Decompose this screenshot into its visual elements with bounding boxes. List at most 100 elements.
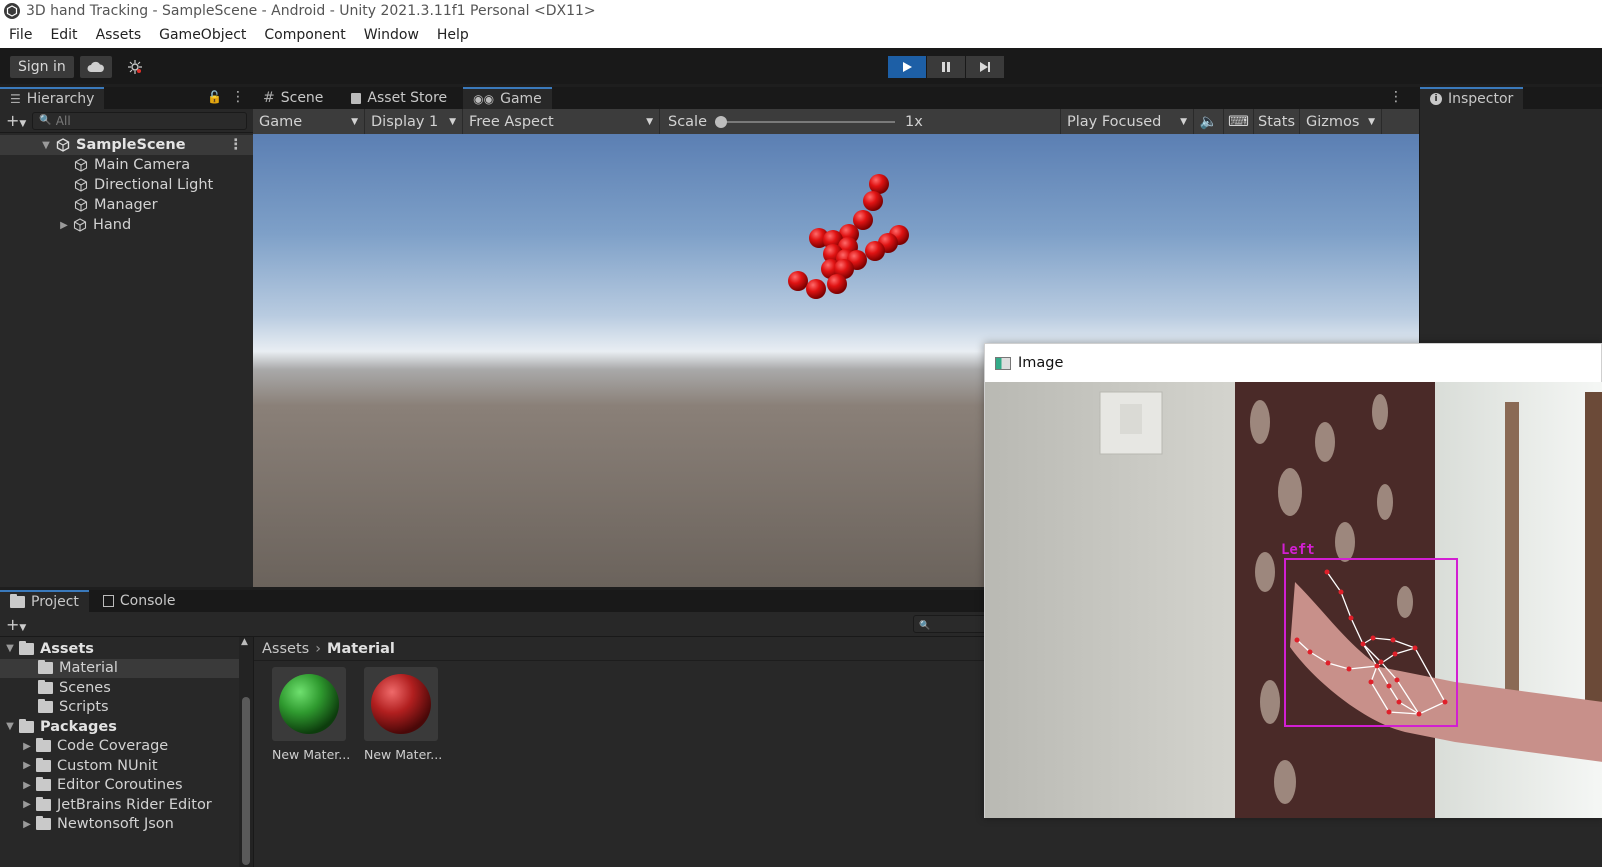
expand-arrow-icon[interactable]: ▶ [21, 760, 33, 771]
scroll-up-icon[interactable]: ▲ [241, 637, 248, 647]
scrollbar-thumb[interactable] [242, 697, 250, 865]
expand-arrow-icon[interactable]: ▼ [4, 643, 16, 654]
speaker-icon: 🔈 [1199, 114, 1218, 130]
tree-item-material[interactable]: Material [0, 658, 239, 678]
tree-label: Material [59, 660, 118, 677]
play-focused-dropdown[interactable]: Play Focused ▼ [1060, 109, 1194, 134]
tab-project[interactable]: Project [0, 590, 89, 612]
tab-console[interactable]: Console [93, 590, 186, 612]
gameobject-icon [73, 157, 89, 173]
tab-project-label: Project [31, 594, 79, 610]
hierarchy-search-input[interactable]: 🔍 All [32, 111, 247, 130]
menu-help[interactable]: Help [428, 27, 478, 43]
panel-menu-icon[interactable]: ⋮ [231, 89, 245, 105]
tab-hierarchy[interactable]: ☰ Hierarchy [0, 87, 105, 109]
tree-item-custom-nunit[interactable]: ▶ Custom NUnit [0, 756, 239, 776]
expand-arrow-icon[interactable]: ▼ [4, 721, 16, 732]
tree-item-jetbrains-rider-editor[interactable]: ▶ JetBrains Rider Editor [0, 795, 239, 815]
scale-value: 1x [905, 113, 923, 130]
chevron-down-icon: ▼ [646, 116, 653, 127]
pause-button[interactable] [927, 56, 965, 78]
folder-icon [36, 738, 51, 753]
tree-label: Scripts [59, 699, 109, 716]
folder-open-icon [19, 640, 34, 655]
list-icon: ☰ [10, 92, 21, 106]
menu-assets[interactable]: Assets [87, 27, 151, 43]
step-button[interactable] [966, 56, 1004, 78]
tree-item-newtonsoft-json[interactable]: ▶ Newtonsoft Json [0, 815, 239, 835]
expand-arrow-icon[interactable]: ▶ [58, 220, 70, 231]
chevron-right-icon: › [315, 640, 322, 657]
breadcrumb-material[interactable]: Material [327, 641, 395, 657]
tree-scrollbar[interactable]: ▲ [239, 637, 253, 867]
chevron-down-icon: ▼ [1180, 116, 1187, 127]
mute-audio-button[interactable]: 🔈 [1194, 109, 1224, 134]
gizmos-dropdown[interactable]: Gizmos ▼ [1300, 109, 1382, 134]
material-preview [272, 667, 346, 741]
stats-button[interactable]: Stats [1254, 109, 1300, 134]
breadcrumb-assets[interactable]: Assets [262, 641, 309, 657]
tab-game[interactable]: ◉◉ Game [463, 87, 552, 109]
asset-label: New Mater... [272, 747, 351, 762]
scale-slider[interactable] [715, 115, 896, 128]
menu-window[interactable]: Window [355, 27, 428, 43]
tree-item-editor-coroutines[interactable]: ▶ Editor Coroutines [0, 776, 239, 796]
scene-menu-icon[interactable]: ⋮ [229, 137, 244, 153]
tree-item-packages[interactable]: ▼ Packages [0, 717, 239, 737]
hierarchy-item-manager[interactable]: Manager [0, 195, 253, 215]
scale-control: Scale 1x [660, 109, 1060, 134]
console-icon [102, 595, 114, 607]
unity-logo-icon [4, 3, 20, 19]
tree-item-code-coverage[interactable]: ▶ Code Coverage [0, 737, 239, 757]
image-window[interactable]: Image Left [984, 343, 1602, 818]
image-window-titlebar[interactable]: Image [985, 344, 1601, 382]
scene-item-samplescene[interactable]: ▼ SampleScene ⋮ [0, 135, 253, 155]
tree-item-assets[interactable]: ▼ Assets [0, 639, 239, 659]
create-dropdown-button[interactable]: +▼ [6, 615, 26, 634]
hierarchy-item-directional-light[interactable]: Directional Light [0, 175, 253, 195]
cloud-icon[interactable] [80, 56, 112, 78]
game-view-dropdown[interactable]: Game ▼ [253, 109, 365, 134]
expand-arrow-icon[interactable]: ▼ [40, 140, 52, 151]
grid-icon: # [263, 90, 275, 106]
center-panel-menu-icon[interactable]: ⋮ [1389, 89, 1403, 105]
expand-arrow-icon[interactable]: ▶ [21, 799, 33, 810]
tab-inspector[interactable]: i Inspector [1420, 87, 1524, 109]
tree-item-scripts[interactable]: Scripts [0, 698, 239, 718]
asset-material-red[interactable]: New Mater... [364, 667, 442, 762]
display-dropdown[interactable]: Display 1 ▼ [365, 109, 463, 134]
lock-icon[interactable]: 🔓 [207, 90, 222, 104]
expand-arrow-icon[interactable]: ▶ [21, 819, 33, 830]
project-folder-tree: ▼ Assets Material Scenes Scripts ▼ Packa… [0, 637, 239, 867]
folder-icon [36, 777, 51, 792]
sign-in-button[interactable]: Sign in [10, 56, 74, 78]
expand-arrow-icon[interactable]: ▶ [21, 780, 33, 791]
tab-scene-label: Scene [280, 90, 324, 106]
tab-hierarchy-label: Hierarchy [26, 91, 95, 107]
menu-component[interactable]: Component [255, 27, 354, 43]
menu-gameobject[interactable]: GameObject [150, 27, 255, 43]
tab-inspector-label: Inspector [1448, 91, 1514, 107]
gameobject-icon [73, 177, 89, 193]
keyboard-icon: ⌨ [1228, 113, 1249, 130]
asset-material-green[interactable]: New Mater... [272, 667, 351, 762]
tree-item-scenes[interactable]: Scenes [0, 678, 239, 698]
shortcuts-button[interactable]: ⌨ [1224, 109, 1254, 134]
webcam-image: Left [985, 382, 1602, 818]
play-button[interactable] [888, 56, 926, 78]
collab-icon[interactable] [122, 56, 148, 78]
aspect-dropdown[interactable]: Free Aspect ▼ [463, 109, 660, 134]
expand-arrow-icon[interactable]: ▶ [21, 741, 33, 752]
hierarchy-item-hand[interactable]: ▶ Hand [0, 215, 253, 235]
image-window-title: Image [1018, 355, 1064, 371]
menu-file[interactable]: File [0, 27, 41, 43]
menu-edit[interactable]: Edit [41, 27, 86, 43]
tab-asset-store[interactable]: Asset Store [341, 87, 457, 109]
tab-scene[interactable]: # Scene [253, 87, 333, 109]
folder-icon [38, 660, 53, 675]
scale-slider-handle[interactable] [715, 115, 728, 128]
add-dropdown-button[interactable]: +▼ [6, 111, 26, 130]
tree-label: Newtonsoft Json [57, 816, 174, 833]
hierarchy-item-main-camera[interactable]: Main Camera [0, 155, 253, 175]
info-icon: i [1430, 93, 1442, 105]
